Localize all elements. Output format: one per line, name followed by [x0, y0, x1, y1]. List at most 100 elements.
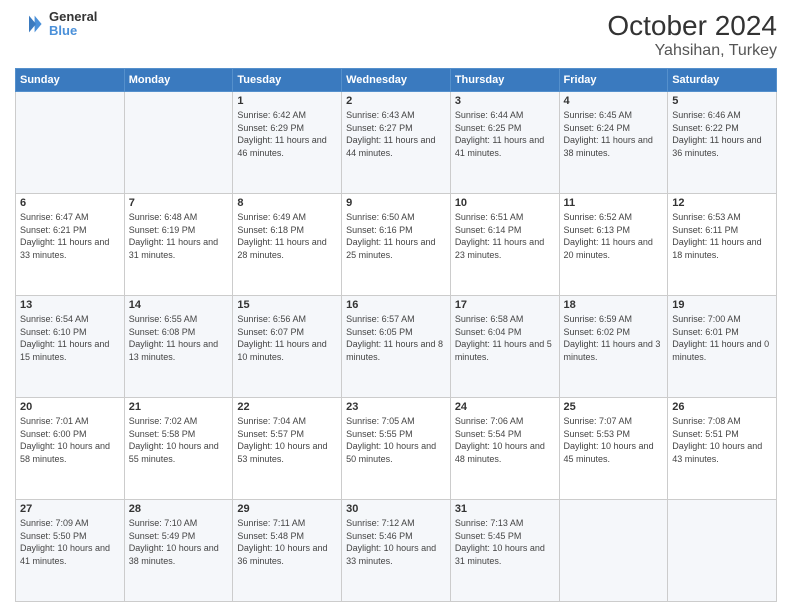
- calendar-cell: 4 Sunrise: 6:45 AM Sunset: 6:24 PM Daylig…: [559, 92, 668, 194]
- calendar-cell: 31Sunrise: 7:13 AM Sunset: 5:45 PM Dayli…: [450, 500, 559, 602]
- calendar-cell: 5Sunrise: 6:46 AM Sunset: 6:22 PM Daylig…: [668, 92, 777, 194]
- day-number: 30: [346, 503, 446, 515]
- day-number: 23: [346, 401, 446, 413]
- day-info: Sunrise: 6:43 AM Sunset: 6:27 PM Dayligh…: [346, 109, 446, 159]
- day-info: Sunrise: 7:05 AM Sunset: 5:55 PM Dayligh…: [346, 415, 446, 465]
- calendar-cell: [668, 500, 777, 602]
- day-number: 6: [20, 197, 120, 209]
- logo-icon: [15, 10, 43, 38]
- header: General Blue October 2024 Yahsihan, Turk…: [15, 10, 777, 60]
- day-info: Sunrise: 7:10 AM Sunset: 5:49 PM Dayligh…: [129, 517, 229, 567]
- day-number: 8: [237, 197, 337, 209]
- day-number: 22: [237, 401, 337, 413]
- day-number: 27: [20, 503, 120, 515]
- day-info: Sunrise: 6:47 AM Sunset: 6:21 PM Dayligh…: [20, 211, 120, 261]
- day-number: 1: [237, 95, 337, 107]
- day-info: Sunrise: 6:44 AM Sunset: 6:25 PM Dayligh…: [455, 109, 555, 159]
- day-info: Sunrise: 6:49 AM Sunset: 6:18 PM Dayligh…: [237, 211, 337, 261]
- calendar-cell: 20 Sunrise: 7:01 AM Sunset: 6:00 PM Dayli…: [16, 398, 125, 500]
- week-row-1: 1 Sunrise: 6:42 AM Sunset: 6:29 PM Daylig…: [16, 92, 777, 194]
- col-header-thursday: Thursday: [450, 69, 559, 92]
- day-info: Sunrise: 6:45 AM Sunset: 6:24 PM Dayligh…: [564, 109, 664, 159]
- calendar-cell: 27 Sunrise: 7:09 AM Sunset: 5:50 PM Dayli…: [16, 500, 125, 602]
- calendar-cell: 13Sunrise: 6:54 AM Sunset: 6:10 PM Dayli…: [16, 296, 125, 398]
- day-info: Sunrise: 6:48 AM Sunset: 6:19 PM Dayligh…: [129, 211, 229, 261]
- calendar-cell: 8 Sunrise: 6:49 AM Sunset: 6:18 PM Daylig…: [233, 194, 342, 296]
- logo-line1: General: [49, 10, 97, 24]
- day-info: Sunrise: 6:55 AM Sunset: 6:08 PM Dayligh…: [129, 313, 229, 363]
- title-block: October 2024 Yahsihan, Turkey: [607, 10, 777, 60]
- page-container: General Blue October 2024 Yahsihan, Turk…: [0, 0, 792, 612]
- day-info: Sunrise: 7:07 AM Sunset: 5:53 PM Dayligh…: [564, 415, 664, 465]
- day-info: Sunrise: 6:50 AM Sunset: 6:16 PM Dayligh…: [346, 211, 446, 261]
- day-info: Sunrise: 7:08 AM Sunset: 5:51 PM Dayligh…: [672, 415, 772, 465]
- day-info: Sunrise: 6:42 AM Sunset: 6:29 PM Dayligh…: [237, 109, 337, 159]
- calendar-cell: 30 Sunrise: 7:12 AM Sunset: 5:46 PM Dayli…: [342, 500, 451, 602]
- calendar-cell: [559, 500, 668, 602]
- calendar-cell: 23 Sunrise: 7:05 AM Sunset: 5:55 PM Dayli…: [342, 398, 451, 500]
- day-number: 13: [20, 299, 120, 311]
- day-number: 4: [564, 95, 664, 107]
- day-number: 17: [455, 299, 555, 311]
- col-header-sunday: Sunday: [16, 69, 125, 92]
- day-info: Sunrise: 7:01 AM Sunset: 6:00 PM Dayligh…: [20, 415, 120, 465]
- day-number: 24: [455, 401, 555, 413]
- col-header-wednesday: Wednesday: [342, 69, 451, 92]
- day-info: Sunrise: 6:57 AM Sunset: 6:05 PM Dayligh…: [346, 313, 446, 363]
- day-number: 10: [455, 197, 555, 209]
- day-info: Sunrise: 7:12 AM Sunset: 5:46 PM Dayligh…: [346, 517, 446, 567]
- day-number: 20: [20, 401, 120, 413]
- day-info: Sunrise: 7:00 AM Sunset: 6:01 PM Dayligh…: [672, 313, 772, 363]
- calendar-cell: 16Sunrise: 6:57 AM Sunset: 6:05 PM Dayli…: [342, 296, 451, 398]
- calendar-cell: 3Sunrise: 6:44 AM Sunset: 6:25 PM Daylig…: [450, 92, 559, 194]
- calendar-cell: 18Sunrise: 6:59 AM Sunset: 6:02 PM Dayli…: [559, 296, 668, 398]
- calendar-cell: [124, 92, 233, 194]
- day-number: 5: [672, 95, 772, 107]
- col-header-tuesday: Tuesday: [233, 69, 342, 92]
- day-number: 7: [129, 197, 229, 209]
- day-info: Sunrise: 6:51 AM Sunset: 6:14 PM Dayligh…: [455, 211, 555, 261]
- day-number: 15: [237, 299, 337, 311]
- day-number: 14: [129, 299, 229, 311]
- day-number: 2: [346, 95, 446, 107]
- calendar-cell: [16, 92, 125, 194]
- day-number: 28: [129, 503, 229, 515]
- calendar-cell: 24 Sunrise: 7:06 AM Sunset: 5:54 PM Dayli…: [450, 398, 559, 500]
- week-row-2: 6 Sunrise: 6:47 AM Sunset: 6:21 PM Daylig…: [16, 194, 777, 296]
- calendar-cell: 2 Sunrise: 6:43 AM Sunset: 6:27 PM Daylig…: [342, 92, 451, 194]
- calendar-cell: 1 Sunrise: 6:42 AM Sunset: 6:29 PM Daylig…: [233, 92, 342, 194]
- col-header-friday: Friday: [559, 69, 668, 92]
- day-number: 19: [672, 299, 772, 311]
- day-info: Sunrise: 7:11 AM Sunset: 5:48 PM Dayligh…: [237, 517, 337, 567]
- calendar-cell: 26Sunrise: 7:08 AM Sunset: 5:51 PM Dayli…: [668, 398, 777, 500]
- logo-line2: Blue: [49, 24, 97, 38]
- day-number: 21: [129, 401, 229, 413]
- calendar-cell: 25 Sunrise: 7:07 AM Sunset: 5:53 PM Dayli…: [559, 398, 668, 500]
- day-info: Sunrise: 6:56 AM Sunset: 6:07 PM Dayligh…: [237, 313, 337, 363]
- week-row-5: 27 Sunrise: 7:09 AM Sunset: 5:50 PM Dayli…: [16, 500, 777, 602]
- day-info: Sunrise: 7:02 AM Sunset: 5:58 PM Dayligh…: [129, 415, 229, 465]
- col-header-saturday: Saturday: [668, 69, 777, 92]
- day-info: Sunrise: 6:53 AM Sunset: 6:11 PM Dayligh…: [672, 211, 772, 261]
- calendar-cell: 21 Sunrise: 7:02 AM Sunset: 5:58 PM Dayli…: [124, 398, 233, 500]
- week-row-4: 20 Sunrise: 7:01 AM Sunset: 6:00 PM Dayli…: [16, 398, 777, 500]
- week-row-3: 13Sunrise: 6:54 AM Sunset: 6:10 PM Dayli…: [16, 296, 777, 398]
- calendar-title: October 2024: [607, 10, 777, 42]
- calendar-cell: 17Sunrise: 6:58 AM Sunset: 6:04 PM Dayli…: [450, 296, 559, 398]
- day-info: Sunrise: 6:59 AM Sunset: 6:02 PM Dayligh…: [564, 313, 664, 363]
- calendar-body: 1 Sunrise: 6:42 AM Sunset: 6:29 PM Daylig…: [16, 92, 777, 602]
- calendar-cell: 29Sunrise: 7:11 AM Sunset: 5:48 PM Dayli…: [233, 500, 342, 602]
- day-info: Sunrise: 6:52 AM Sunset: 6:13 PM Dayligh…: [564, 211, 664, 261]
- day-info: Sunrise: 7:06 AM Sunset: 5:54 PM Dayligh…: [455, 415, 555, 465]
- calendar-cell: 7 Sunrise: 6:48 AM Sunset: 6:19 PM Daylig…: [124, 194, 233, 296]
- day-info: Sunrise: 7:09 AM Sunset: 5:50 PM Dayligh…: [20, 517, 120, 567]
- day-number: 25: [564, 401, 664, 413]
- calendar-cell: 6 Sunrise: 6:47 AM Sunset: 6:21 PM Daylig…: [16, 194, 125, 296]
- logo: General Blue: [15, 10, 97, 39]
- header-row: SundayMondayTuesdayWednesdayThursdayFrid…: [16, 69, 777, 92]
- day-info: Sunrise: 7:04 AM Sunset: 5:57 PM Dayligh…: [237, 415, 337, 465]
- calendar-table: SundayMondayTuesdayWednesdayThursdayFrid…: [15, 68, 777, 602]
- calendar-cell: 9Sunrise: 6:50 AM Sunset: 6:16 PM Daylig…: [342, 194, 451, 296]
- calendar-header: SundayMondayTuesdayWednesdayThursdayFrid…: [16, 69, 777, 92]
- day-number: 31: [455, 503, 555, 515]
